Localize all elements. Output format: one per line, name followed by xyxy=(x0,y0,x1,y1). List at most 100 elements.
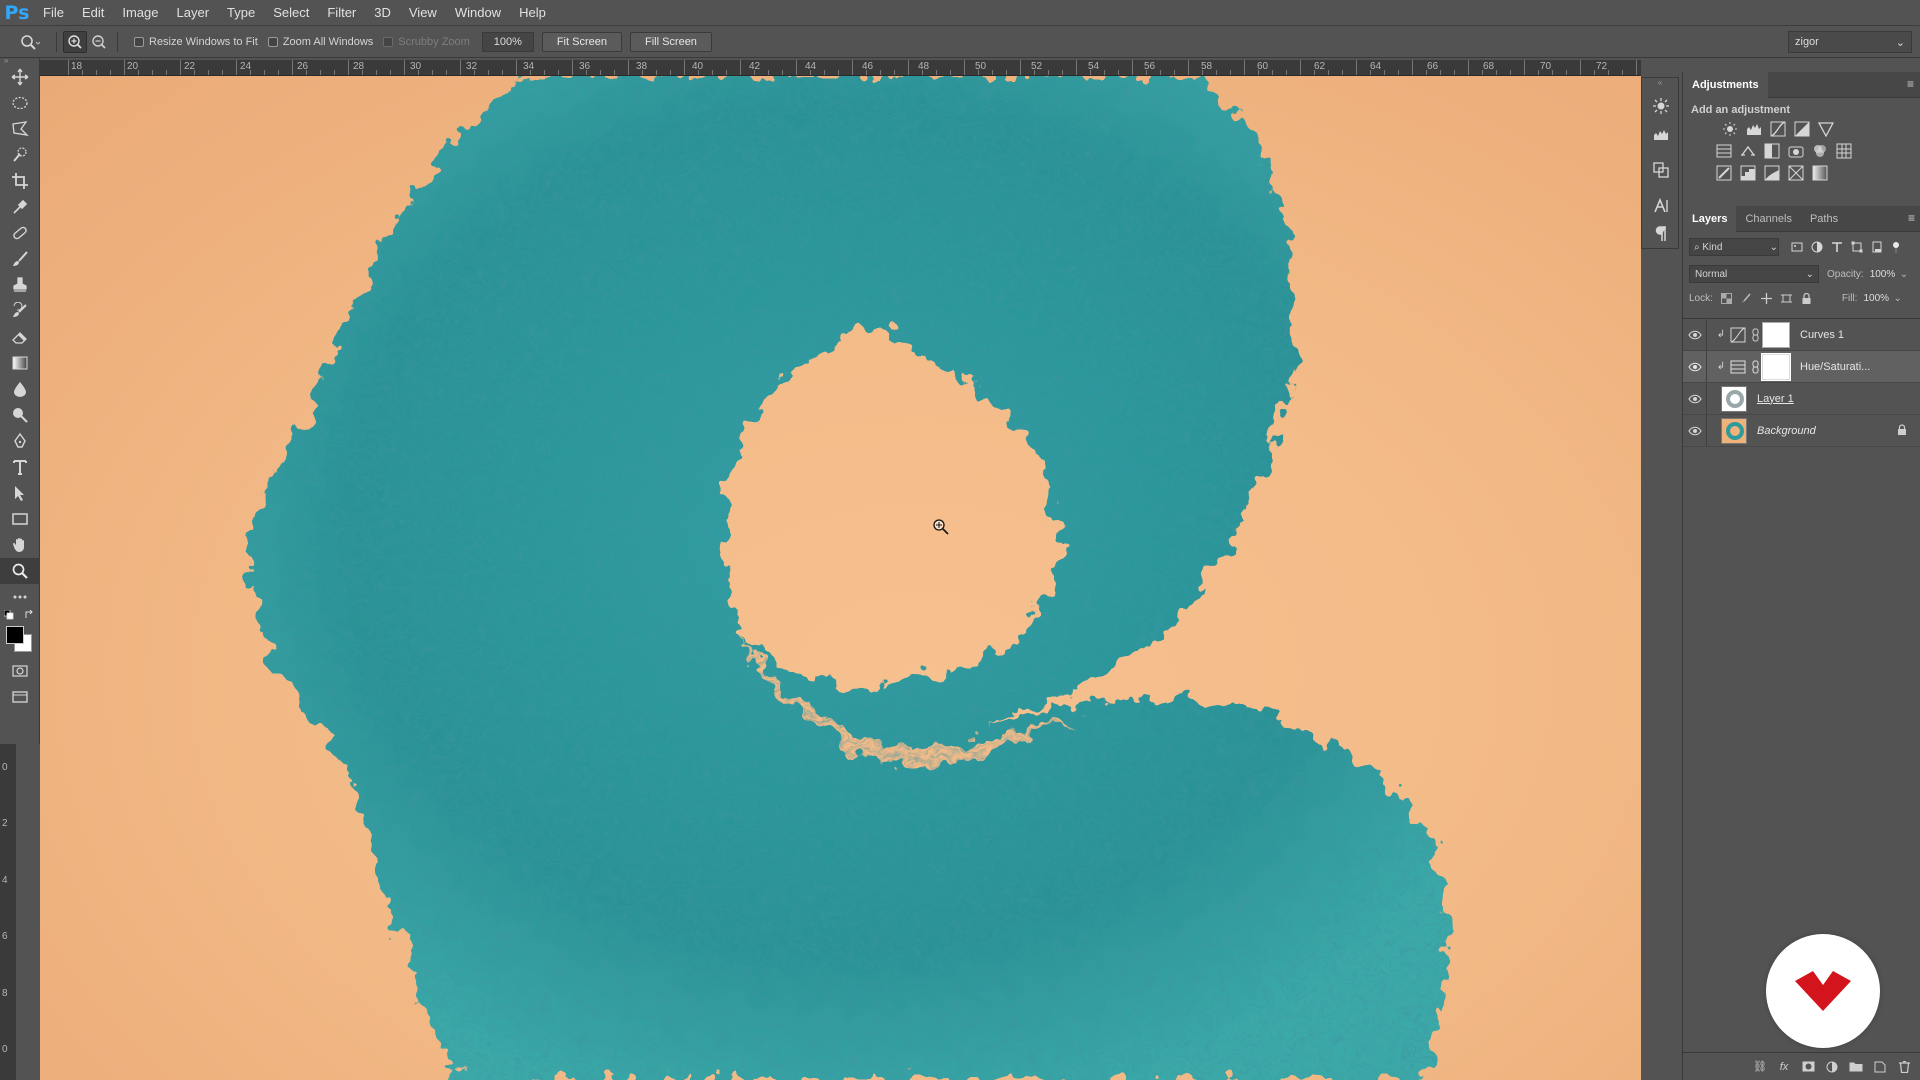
dock-adjustments-button[interactable] xyxy=(1642,92,1680,120)
layer-name[interactable]: Hue/Saturati... xyxy=(1800,361,1870,373)
workspace-switcher[interactable]: zigor ⌄ xyxy=(1788,31,1912,53)
checkbox-box[interactable] xyxy=(383,36,394,47)
photo-filter-icon[interactable] xyxy=(1787,142,1805,160)
menu-image[interactable]: Image xyxy=(113,0,167,26)
delete-layer-icon[interactable] xyxy=(1897,1060,1911,1074)
color-lookup-icon[interactable] xyxy=(1835,142,1853,160)
dock-collapse-handle[interactable]: « xyxy=(1642,78,1678,92)
zoom-out-button[interactable] xyxy=(87,31,111,53)
vertical-ruler[interactable]: 0 2 4 6 8 0 xyxy=(0,744,16,1080)
tab-layers[interactable]: Layers xyxy=(1683,205,1737,232)
visibility-toggle[interactable] xyxy=(1683,415,1707,446)
black-white-icon[interactable] xyxy=(1763,142,1781,160)
zoom-tool[interactable] xyxy=(0,558,40,584)
posterize-icon[interactable] xyxy=(1739,164,1757,182)
layer-thumbnail[interactable] xyxy=(1721,385,1747,412)
layer-thumbnail[interactable] xyxy=(1721,417,1747,444)
new-group-icon[interactable] xyxy=(1849,1060,1863,1074)
rectangle-tool[interactable] xyxy=(0,506,40,532)
lock-position-icon[interactable] xyxy=(1760,292,1772,304)
lock-all-icon[interactable] xyxy=(1801,292,1812,304)
panel-menu-icon[interactable]: ≡ xyxy=(1908,211,1915,225)
menu-help[interactable]: Help xyxy=(510,0,555,26)
menu-file[interactable]: File xyxy=(34,0,73,26)
history-brush-tool[interactable] xyxy=(0,298,40,324)
visibility-toggle[interactable] xyxy=(1683,319,1707,350)
healing-brush-tool[interactable] xyxy=(0,220,40,246)
layer-mask-thumbnail[interactable] xyxy=(1761,352,1791,381)
tool-preset-picker[interactable] xyxy=(10,28,50,56)
levels-icon[interactable] xyxy=(1745,120,1763,138)
zoom-all-windows-checkbox[interactable]: Zoom All Windows xyxy=(267,36,373,48)
chevron-down-icon[interactable]: ⌄ xyxy=(1893,293,1901,304)
marquee-tool[interactable] xyxy=(0,90,40,116)
blend-mode-select[interactable]: Normal ⌄ xyxy=(1689,265,1819,283)
eraser-tool[interactable] xyxy=(0,324,40,350)
swap-colors-icon[interactable] xyxy=(24,610,34,620)
threshold-icon[interactable] xyxy=(1763,164,1781,182)
lock-artboard-icon[interactable] xyxy=(1780,293,1792,304)
kind-filter-select[interactable]: ⌕ Kind ⌄ xyxy=(1689,238,1779,256)
quick-mask-button[interactable] xyxy=(0,658,40,684)
mask-link-icon[interactable] xyxy=(1750,360,1760,374)
link-layers-icon[interactable]: ⛓ xyxy=(1753,1060,1767,1074)
tab-paths[interactable]: Paths xyxy=(1801,206,1847,232)
filter-toggle-icon[interactable] xyxy=(1891,241,1901,253)
layer-row-background[interactable]: Background xyxy=(1683,415,1920,447)
menu-type[interactable]: Type xyxy=(218,0,264,26)
gradient-tool[interactable] xyxy=(0,350,40,376)
blur-tool[interactable] xyxy=(0,376,40,402)
hand-tool[interactable] xyxy=(0,532,40,558)
layer-row-hue-saturation[interactable]: ↲ Hue/Saturati... xyxy=(1683,351,1920,383)
clone-stamp-tool[interactable] xyxy=(0,272,40,298)
new-adjustment-layer-icon[interactable] xyxy=(1825,1060,1839,1074)
checkbox-box[interactable] xyxy=(267,36,278,47)
eyedropper-tool[interactable] xyxy=(0,194,40,220)
dock-paragraph-button[interactable] xyxy=(1642,220,1680,248)
hue-saturation-icon[interactable] xyxy=(1715,142,1733,160)
visibility-toggle[interactable] xyxy=(1683,383,1707,414)
layer-name[interactable]: Layer 1 xyxy=(1757,393,1794,405)
invert-icon[interactable] xyxy=(1715,164,1733,182)
pen-tool[interactable] xyxy=(0,428,40,454)
checkbox-box[interactable] xyxy=(134,36,144,47)
fit-screen-button[interactable]: Fit Screen xyxy=(541,31,622,52)
curves-icon[interactable] xyxy=(1769,120,1787,138)
zoom-in-button[interactable] xyxy=(63,30,87,53)
crop-tool[interactable] xyxy=(0,168,40,194)
menu-filter[interactable]: Filter xyxy=(318,0,365,26)
default-colors-icon[interactable] xyxy=(4,610,14,620)
brightness-contrast-icon[interactable] xyxy=(1721,120,1739,138)
zoom-percent-field[interactable]: 100% xyxy=(481,31,534,52)
scrubby-zoom-checkbox[interactable]: Scrubby Zoom xyxy=(383,36,470,48)
menu-3d[interactable]: 3D xyxy=(365,0,400,26)
color-balance-icon[interactable] xyxy=(1739,142,1757,160)
tab-channels[interactable]: Channels xyxy=(1736,206,1800,232)
vibrance-icon[interactable] xyxy=(1817,120,1835,138)
visibility-toggle[interactable] xyxy=(1683,351,1707,382)
channel-mixer-icon[interactable] xyxy=(1811,142,1829,160)
menu-layer[interactable]: Layer xyxy=(168,0,219,26)
layer-name[interactable]: Background xyxy=(1757,425,1816,437)
menu-view[interactable]: View xyxy=(400,0,446,26)
mask-link-icon[interactable] xyxy=(1750,328,1760,342)
layer-style-icon[interactable]: fx xyxy=(1777,1060,1791,1074)
panel-menu-icon[interactable]: ≡ xyxy=(1907,77,1914,91)
dodge-tool[interactable] xyxy=(0,402,40,428)
type-tool[interactable] xyxy=(0,454,40,480)
quick-selection-tool[interactable] xyxy=(0,142,40,168)
lock-transparency-icon[interactable] xyxy=(1720,292,1732,304)
lasso-tool[interactable] xyxy=(0,116,40,142)
layer-row-layer-1[interactable]: Layer 1 xyxy=(1683,383,1920,415)
smart-object-filter-icon[interactable] xyxy=(1871,241,1883,253)
document-canvas[interactable] xyxy=(40,76,1641,1080)
exposure-icon[interactable] xyxy=(1793,120,1811,138)
menu-edit[interactable]: Edit xyxy=(73,0,113,26)
new-layer-icon[interactable] xyxy=(1873,1060,1887,1074)
horizontal-ruler[interactable]: 18 20 22 24 26 28 30 32 34 36 38 40 42 4… xyxy=(40,60,1641,76)
more-tools-button[interactable] xyxy=(0,584,40,610)
gradient-map-icon[interactable] xyxy=(1811,164,1829,182)
layer-row-curves[interactable]: ↲ Curves 1 xyxy=(1683,319,1920,351)
pixel-filter-icon[interactable] xyxy=(1791,241,1803,253)
foreground-color-swatch[interactable] xyxy=(6,626,24,644)
